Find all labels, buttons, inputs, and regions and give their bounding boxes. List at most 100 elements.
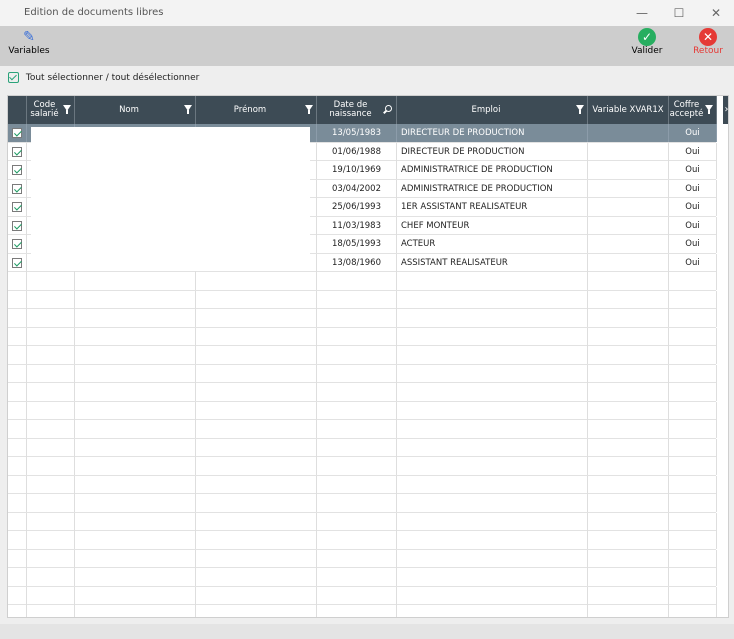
table-row[interactable] — [8, 512, 717, 531]
row-checkbox[interactable] — [8, 253, 27, 272]
filter-icon[interactable] — [184, 105, 192, 114]
checkbox-checked-icon[interactable] — [12, 220, 22, 231]
row-checkbox[interactable] — [8, 309, 27, 327]
table-row[interactable] — [8, 420, 717, 439]
table-row[interactable] — [8, 457, 717, 476]
checkbox-checked-icon[interactable] — [12, 257, 22, 268]
row-checkbox[interactable] — [8, 272, 27, 290]
maximize-button[interactable]: ☐ — [661, 3, 697, 23]
column-label: Prénom — [233, 104, 267, 115]
column-header-code-salarie[interactable]: Code salarié — [27, 96, 75, 124]
emploi-cell — [397, 568, 588, 586]
row-checkbox[interactable] — [8, 179, 27, 198]
row-checkbox[interactable] — [8, 161, 27, 179]
table-row[interactable] — [8, 383, 717, 402]
filter-icon[interactable] — [63, 105, 71, 114]
table-row[interactable] — [8, 327, 717, 346]
table-row[interactable] — [8, 531, 717, 550]
row-checkbox[interactable] — [8, 568, 27, 586]
row-checkbox[interactable] — [8, 586, 27, 605]
filter-icon[interactable] — [305, 105, 313, 114]
row-checkbox[interactable] — [8, 198, 27, 216]
nom-cell — [75, 290, 196, 309]
table-row[interactable] — [8, 309, 717, 328]
emploi-cell — [397, 549, 588, 568]
table-row[interactable] — [8, 475, 717, 494]
variable-cell — [588, 198, 669, 216]
row-checkbox[interactable] — [8, 475, 27, 494]
table-row[interactable] — [8, 605, 717, 617]
checkbox-checked-icon[interactable] — [12, 183, 22, 194]
row-checkbox[interactable] — [8, 364, 27, 383]
variable-cell — [588, 272, 669, 290]
minimize-button[interactable]: — — [624, 3, 660, 23]
table-row[interactable] — [8, 364, 717, 383]
row-checkbox[interactable] — [8, 142, 27, 161]
table-row[interactable] — [8, 346, 717, 365]
table-row[interactable] — [8, 568, 717, 587]
code-salarie-cell — [27, 272, 75, 290]
column-header-prenom[interactable]: Prénom — [196, 96, 317, 124]
date-naissance-cell — [317, 475, 397, 494]
row-checkbox[interactable] — [8, 549, 27, 568]
row-checkbox[interactable] — [8, 512, 27, 531]
column-header-date-naissance[interactable]: Date de naissance — [317, 96, 397, 124]
prenom-cell — [196, 364, 317, 383]
select-all-toggle[interactable]: Tout sélectionner / tout désélectionner — [8, 72, 199, 86]
table-row[interactable] — [8, 401, 717, 420]
table-row[interactable] — [8, 549, 717, 568]
row-checkbox[interactable] — [8, 124, 27, 142]
date-naissance-cell: 13/08/1960 — [317, 253, 397, 272]
checkbox-checked-icon[interactable] — [12, 165, 22, 175]
table-row[interactable] — [8, 272, 717, 291]
row-checkbox[interactable] — [8, 531, 27, 549]
row-checkbox[interactable] — [8, 346, 27, 364]
variable-cell — [588, 438, 669, 457]
date-naissance-cell — [317, 401, 397, 420]
filter-icon[interactable] — [576, 105, 584, 114]
redacted-area — [31, 127, 310, 271]
row-checkbox[interactable] — [8, 401, 27, 420]
coffre-cell: Oui — [669, 179, 717, 198]
variable-cell — [588, 605, 669, 617]
coffre-cell — [669, 272, 717, 290]
search-icon[interactable] — [385, 105, 392, 112]
scroll-right-button[interactable]: › — [723, 96, 728, 124]
column-header-coffre-accepte[interactable]: Coffre accepté — [669, 96, 717, 124]
emploi-cell — [397, 438, 588, 457]
valider-label: Valider — [631, 46, 663, 56]
close-window-button[interactable]: ✕ — [698, 3, 734, 23]
emploi-cell — [397, 364, 588, 383]
coffre-cell — [669, 327, 717, 346]
retour-button[interactable]: ✕ Retour — [688, 28, 728, 56]
prenom-cell — [196, 327, 317, 346]
filter-icon[interactable] — [705, 105, 713, 114]
row-checkbox[interactable] — [8, 420, 27, 438]
table-row[interactable] — [8, 290, 717, 309]
valider-button[interactable]: ✓ Valider — [626, 28, 668, 56]
row-checkbox[interactable] — [8, 494, 27, 512]
checkbox-checked-icon[interactable] — [12, 146, 22, 157]
column-header-nom[interactable]: Nom — [75, 96, 196, 124]
column-header-variable-xvar1x[interactable]: Variable XVAR1X — [588, 96, 669, 124]
checkbox-checked-icon[interactable] — [12, 202, 22, 212]
nom-cell — [75, 494, 196, 512]
row-checkbox[interactable] — [8, 438, 27, 457]
row-checkbox[interactable] — [8, 383, 27, 401]
checkbox-checked-icon[interactable] — [12, 128, 22, 138]
table-row[interactable] — [8, 438, 717, 457]
code-salarie-cell — [27, 475, 75, 494]
row-checkbox[interactable] — [8, 290, 27, 309]
variables-button[interactable]: ✎ Variables — [6, 28, 52, 56]
select-all-checkbox[interactable] — [8, 72, 19, 83]
table-row[interactable] — [8, 494, 717, 513]
table-row[interactable] — [8, 586, 717, 605]
row-checkbox[interactable] — [8, 216, 27, 235]
row-checkbox[interactable] — [8, 605, 27, 617]
row-checkbox[interactable] — [8, 457, 27, 475]
row-checkbox[interactable] — [8, 235, 27, 253]
coffre-cell — [669, 346, 717, 364]
row-checkbox[interactable] — [8, 327, 27, 346]
column-header-emploi[interactable]: Emploi — [397, 96, 588, 124]
checkbox-checked-icon[interactable] — [12, 239, 22, 249]
